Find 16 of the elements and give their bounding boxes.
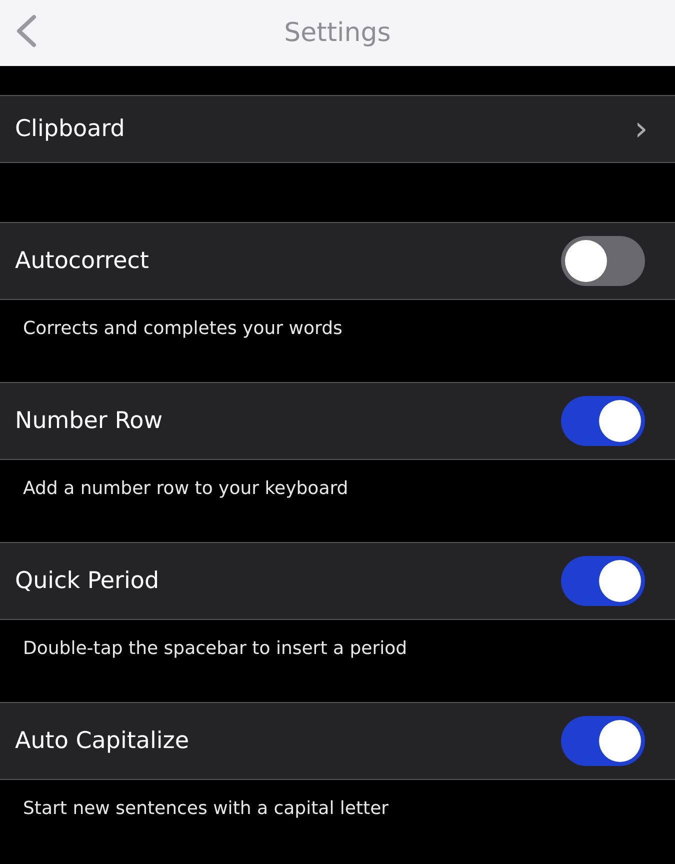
toggle-switch[interactable] (561, 716, 645, 766)
toggle-switch[interactable] (561, 236, 645, 286)
row-description: Double-tap the spacebar to insert a period (23, 638, 408, 659)
row-label: Quick Period (15, 566, 160, 596)
row-label: Number Row (15, 406, 163, 436)
settings-row[interactable]: Clipboard › (0, 95, 675, 163)
row-label: Clipboard (15, 114, 125, 144)
toggle-switch[interactable] (561, 396, 645, 446)
row-description: Add a number row to your keyboard (23, 478, 348, 499)
row-description: Start new sentences with a capital letter (23, 798, 389, 819)
header-title: Settings (284, 16, 391, 50)
back-icon[interactable] (14, 14, 38, 48)
row-label: Autocorrect (15, 246, 149, 276)
toggle-switch[interactable] (561, 556, 645, 606)
row-label: Auto Capitalize (15, 726, 189, 756)
row-description: Corrects and completes your words (23, 318, 342, 339)
